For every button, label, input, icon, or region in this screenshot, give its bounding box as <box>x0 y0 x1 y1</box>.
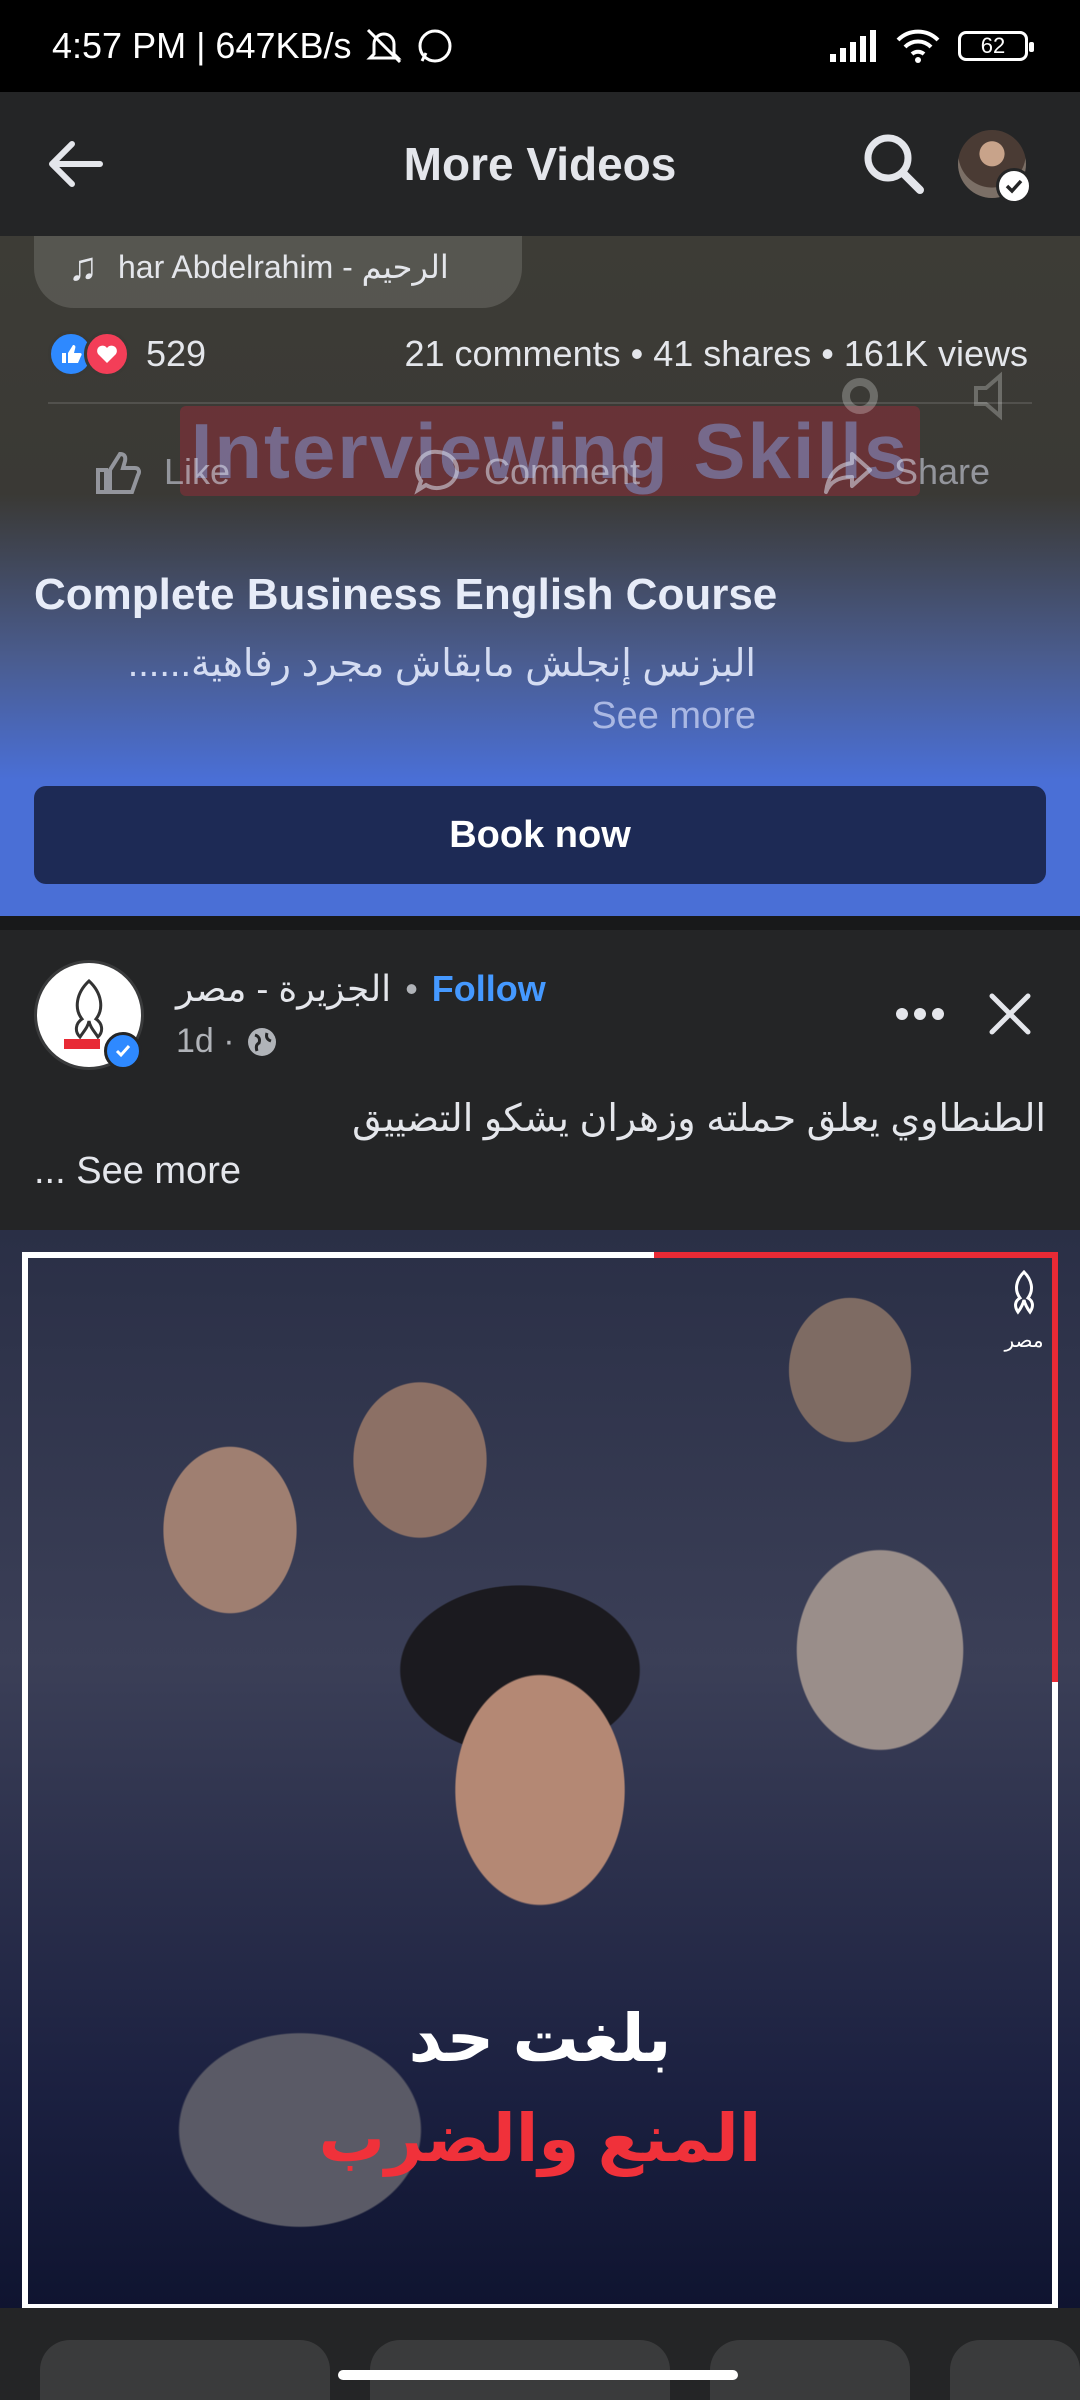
thumbs-up-icon <box>95 451 141 494</box>
verified-badge-icon <box>104 1032 142 1070</box>
share-button[interactable]: Share <box>820 444 990 500</box>
share-label: Share <box>893 451 991 492</box>
ad-description-text: البزنس إنجلش مابقاش مجرد رفاهية...... <box>127 643 756 685</box>
music-note-icon: ♫ <box>68 244 98 289</box>
logo-caption: مصر <box>1004 1330 1044 1352</box>
post-image[interactable]: مصر بلغت حد المنع والضرب <box>0 1230 1080 2308</box>
post-actions: Like Comment Share <box>0 432 1080 512</box>
music-pill[interactable]: ♫ har Abdelrahim - الرحيم <box>34 236 522 308</box>
reaction-icons[interactable] <box>48 331 130 377</box>
top-bar: More Videos <box>0 92 1080 236</box>
gear-icon <box>842 378 878 414</box>
reaction-count[interactable]: 529 <box>146 333 206 375</box>
mute-bell-icon <box>365 28 402 64</box>
sponsored-video-card: Interviewing Skills ♫ har Abdelrahim - ا… <box>0 236 1080 916</box>
search-icon[interactable] <box>858 128 930 200</box>
battery-level: 62 <box>980 33 1006 58</box>
wifi-icon <box>896 29 940 63</box>
chip[interactable] <box>950 2340 1080 2400</box>
share-arrow-icon <box>823 452 872 494</box>
bottom-strip <box>0 2308 1080 2400</box>
post-see-more-link[interactable]: ... See more <box>34 1150 241 1193</box>
post-header: الجزيرة - مصر • Follow 1d · الطنطاوي يعل… <box>0 930 1080 1230</box>
comment-label: Comment <box>483 451 640 492</box>
book-now-button[interactable]: Book now <box>34 786 1046 884</box>
post-time[interactable]: 1d · <box>176 1022 235 1061</box>
check-badge-icon <box>996 168 1032 204</box>
chip[interactable] <box>710 2340 910 2400</box>
more-options-icon[interactable] <box>890 984 950 1044</box>
ad-description: البزنس إنجلش مابقاش مجرد رفاهية...... Se… <box>80 638 756 742</box>
post-meta: 1d · <box>176 1022 279 1061</box>
love-reaction-icon <box>84 331 130 377</box>
feed-separator <box>0 916 1080 930</box>
image-caption-line2: المنع والضرب <box>318 2101 762 2175</box>
image-frame-accent-top <box>654 1252 1058 1258</box>
chip[interactable] <box>40 2340 330 2400</box>
engagement-counts[interactable]: 21 comments • 41 shares • 161K views <box>405 333 1029 375</box>
close-icon[interactable] <box>980 984 1040 1044</box>
image-caption-line1: بلغت حد <box>408 2001 672 2075</box>
aljazeera-logo-icon <box>1014 1269 1034 1315</box>
battery-icon: 62 <box>958 31 1034 61</box>
back-arrow-icon[interactable] <box>40 128 112 200</box>
home-indicator[interactable] <box>338 2370 738 2380</box>
ad-see-more-link[interactable]: See more <box>591 695 756 737</box>
page-line: الجزيرة - مصر • Follow <box>176 968 546 1010</box>
aljazeera-watermark-logo: مصر <box>996 1268 1052 1352</box>
like-label: Like <box>163 451 231 492</box>
globe-icon <box>247 1027 276 1056</box>
status-time: 4:57 PM | 647KB/s <box>52 25 352 66</box>
ad-title[interactable]: Complete Business English Course <box>34 570 777 620</box>
whatsapp-icon <box>418 29 452 63</box>
post-text: الطنطاوي يعلق حملته وزهران يشكو التضييق <box>352 1098 1046 1140</box>
status-bar: 4:57 PM | 647KB/s 62 <box>0 0 1080 92</box>
comment-bubble-icon <box>414 449 459 495</box>
follow-button[interactable]: Follow <box>432 968 546 1010</box>
page-name[interactable]: الجزيرة - مصر <box>176 968 391 1010</box>
music-title: har Abdelrahim - الرحيم <box>118 249 449 285</box>
separator-dot: • <box>405 968 418 1009</box>
comment-button[interactable]: Comment <box>410 444 640 500</box>
image-frame-accent-right <box>1052 1252 1058 1682</box>
signal-icon <box>830 30 876 62</box>
like-button[interactable]: Like <box>90 444 230 500</box>
volume-icon <box>974 371 1002 421</box>
